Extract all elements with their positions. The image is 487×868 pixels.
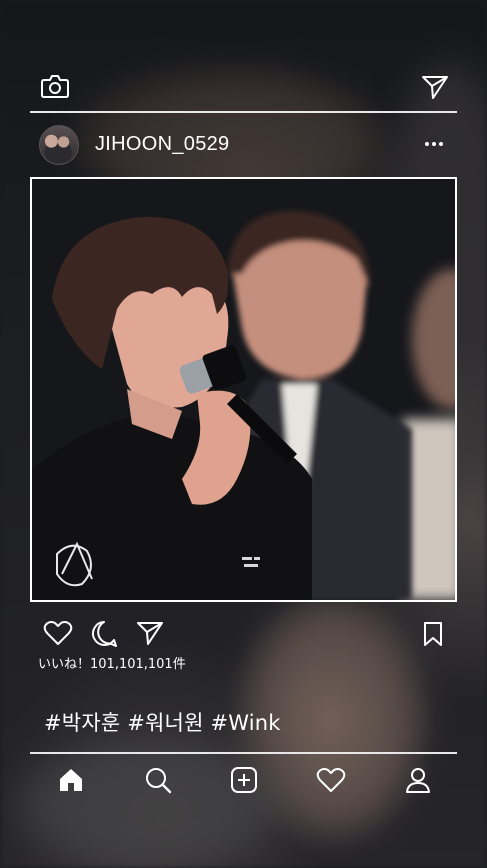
avatar[interactable]: [39, 125, 79, 165]
camera-icon[interactable]: [40, 73, 70, 104]
bottom-nav-divider: [30, 752, 457, 754]
activity-heart-icon[interactable]: [316, 767, 346, 798]
likes-count[interactable]: いいね！101,101,101件: [38, 653, 186, 672]
paper-plane-icon[interactable]: [421, 74, 449, 105]
share-icon[interactable]: [136, 620, 164, 651]
bookmark-icon[interactable]: [423, 621, 443, 652]
comment-icon[interactable]: [90, 620, 118, 653]
heart-icon[interactable]: [43, 620, 73, 651]
profile-icon[interactable]: [404, 766, 432, 799]
top-divider: [30, 111, 457, 113]
home-icon[interactable]: [58, 767, 84, 798]
add-post-icon[interactable]: [230, 766, 258, 799]
post-hashtags[interactable]: #박자훈 #워너원 #Wink: [44, 707, 281, 737]
post-photo[interactable]: [30, 177, 457, 602]
post-username[interactable]: JIHOON_0529: [95, 133, 229, 156]
search-icon[interactable]: [144, 766, 172, 799]
more-horizontal-icon[interactable]: [424, 134, 444, 152]
